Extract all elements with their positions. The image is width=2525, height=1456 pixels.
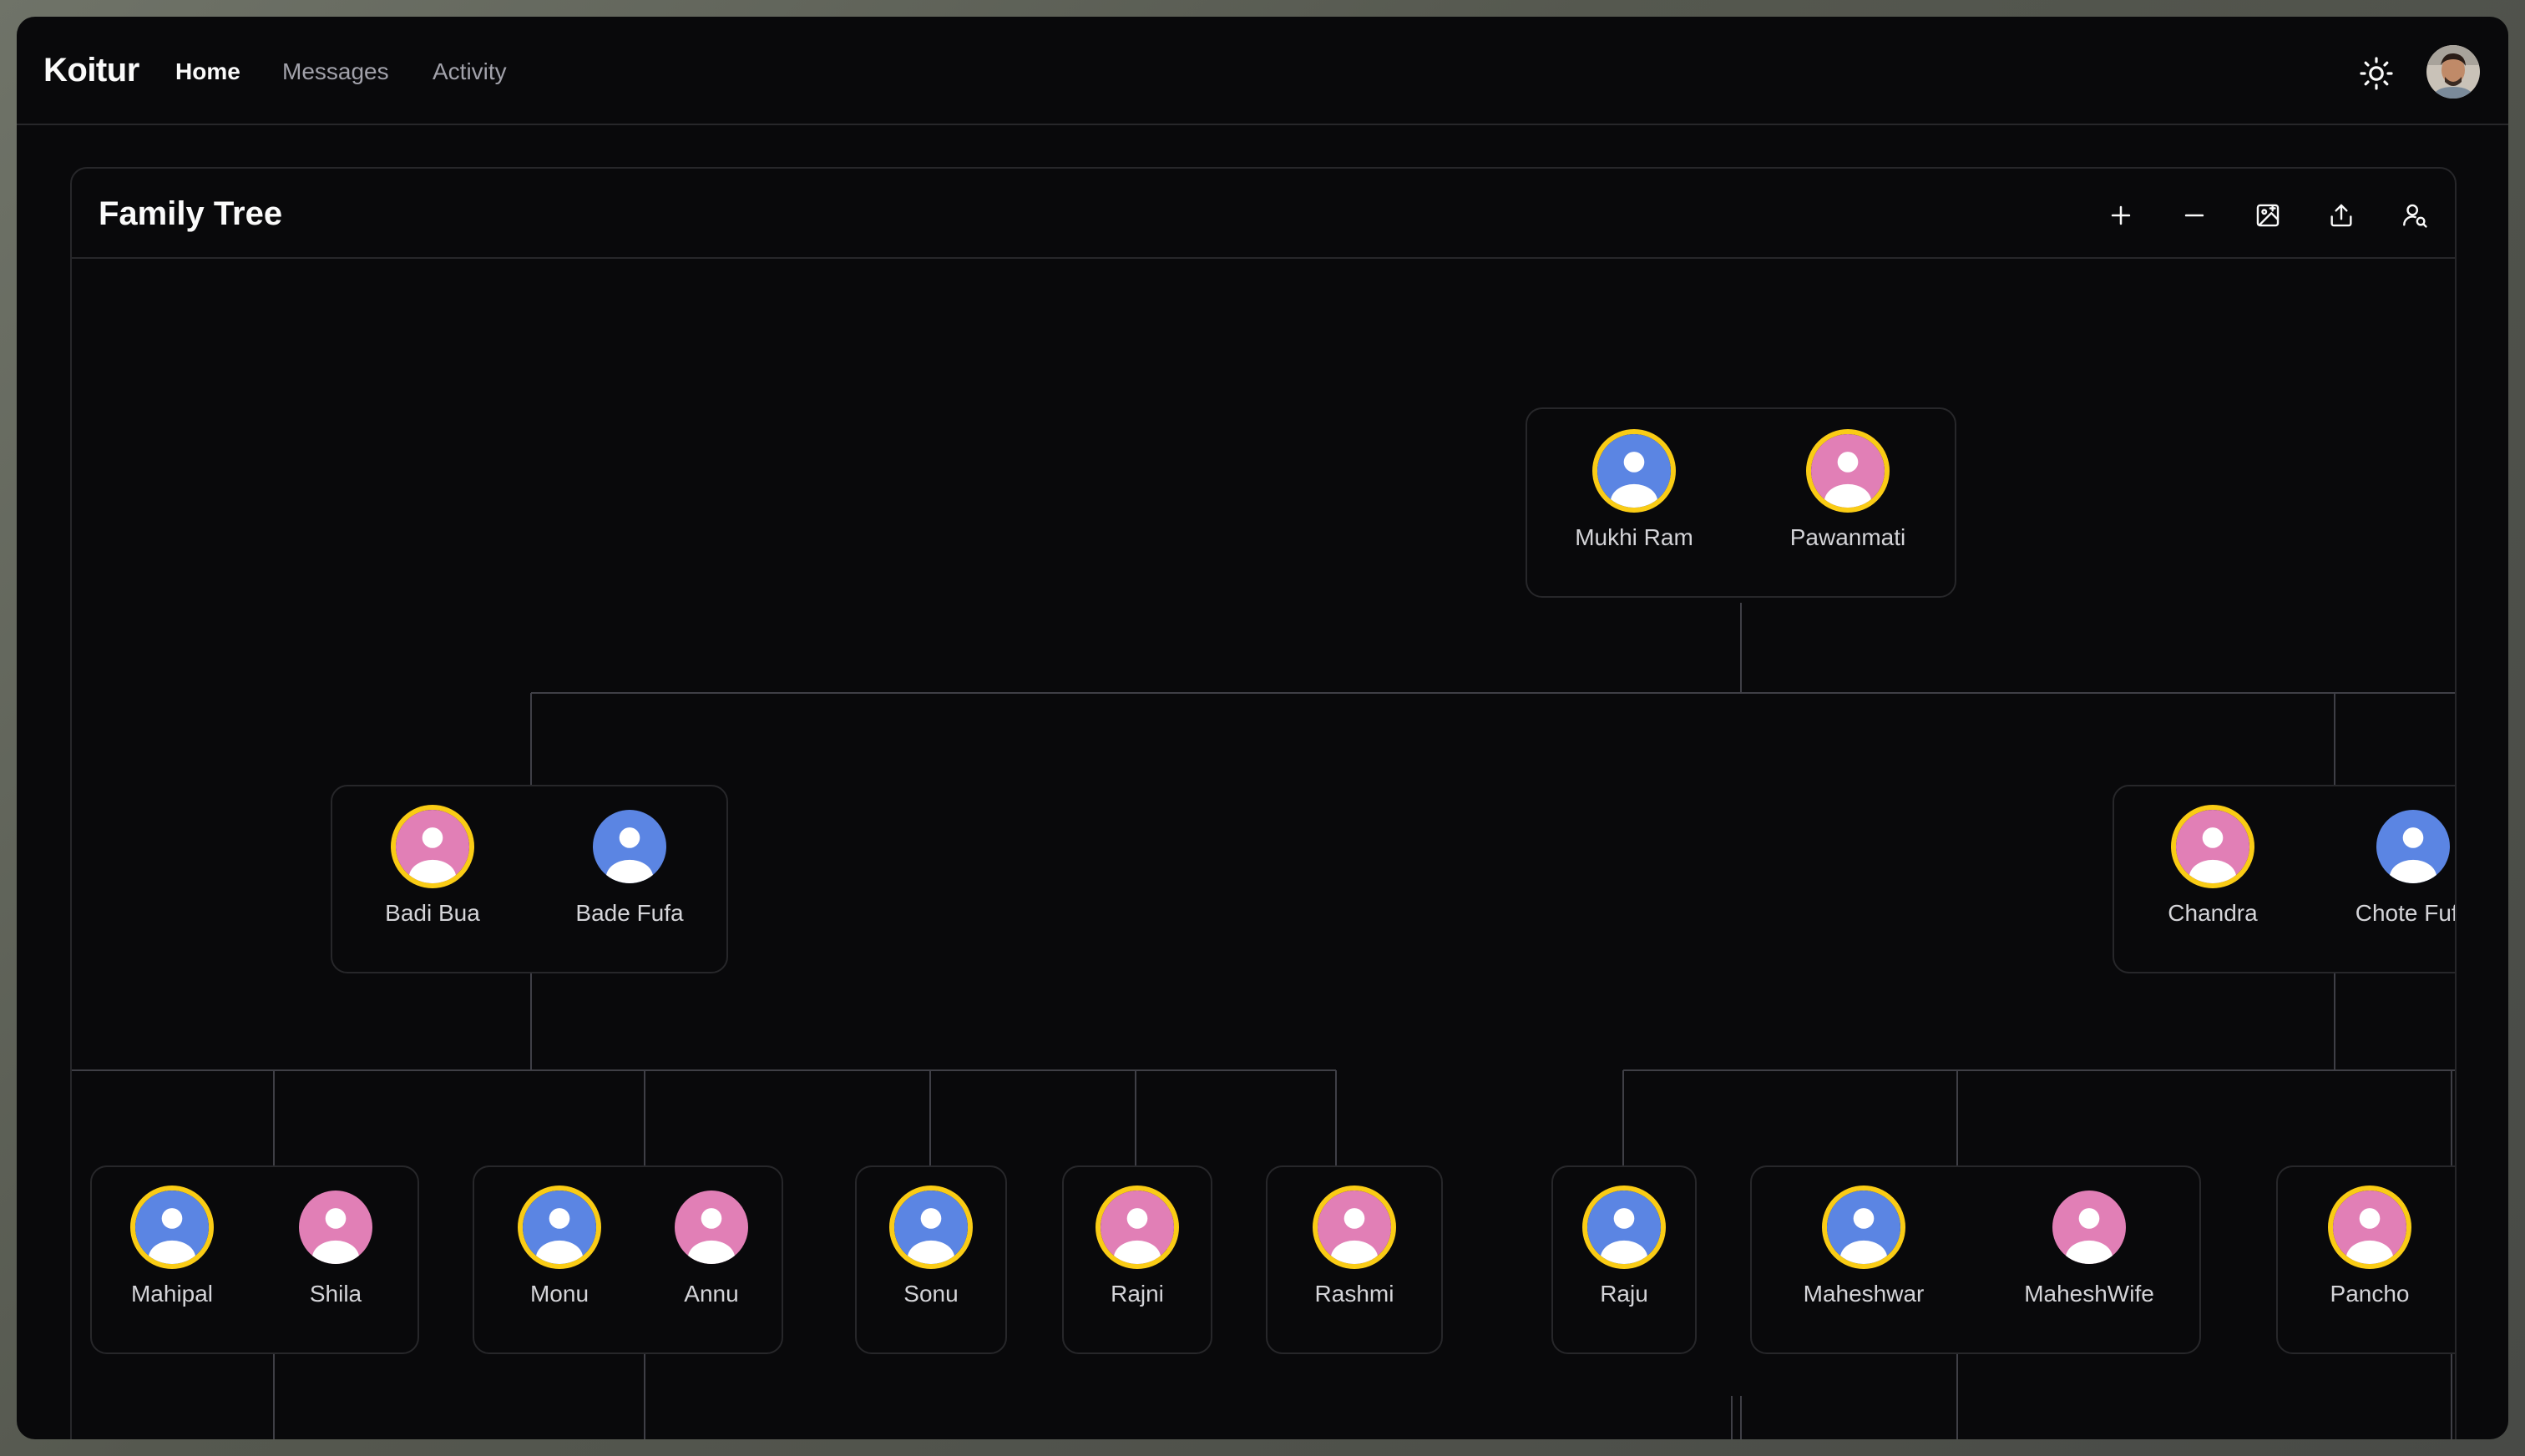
family-card[interactable]: Raju bbox=[1551, 1165, 1697, 1354]
male-avatar-icon bbox=[1592, 429, 1676, 513]
male-avatar-icon bbox=[518, 1186, 601, 1269]
person-name: Sonu bbox=[903, 1281, 959, 1307]
family-card[interactable]: Mahipal Shila bbox=[90, 1165, 419, 1354]
male-avatar-icon bbox=[2371, 805, 2455, 888]
nav-messages[interactable]: Messages bbox=[282, 58, 389, 85]
tree-canvas[interactable]: Mukhi Ram Pawanmati Badi Bua Bade Fufa C… bbox=[72, 259, 2455, 1439]
find-person-button[interactable] bbox=[2395, 195, 2435, 235]
female-avatar-icon bbox=[391, 805, 474, 888]
family-card[interactable]: Badi Bua Bade Fufa bbox=[331, 785, 728, 973]
person-pawanmati[interactable]: Pawanmati bbox=[1756, 412, 1940, 563]
female-avatar-icon bbox=[294, 1186, 377, 1269]
family-card[interactable]: Mukhi Ram Pawanmati bbox=[1526, 407, 1956, 598]
person-rajni[interactable]: Rajni bbox=[1045, 1169, 1229, 1319]
share-button[interactable] bbox=[2321, 195, 2361, 235]
person-name: Shila bbox=[309, 1281, 362, 1307]
export-image-button[interactable] bbox=[2248, 195, 2288, 235]
person-name: Bade Fufa bbox=[575, 900, 684, 926]
family-tree-panel: Family Tree Mukhi Ram Pawanmati Badi Bua… bbox=[70, 167, 2457, 1439]
person-annu[interactable]: Annu bbox=[620, 1169, 803, 1319]
person-name: Mahipal bbox=[130, 1281, 214, 1307]
family-card[interactable]: Maheshwar MaheshWife bbox=[1750, 1165, 2201, 1354]
female-avatar-icon bbox=[2047, 1186, 2131, 1269]
person-chandra[interactable]: Chandra bbox=[2121, 788, 2305, 938]
zoom-out-button[interactable] bbox=[2174, 195, 2214, 235]
nav-home[interactable]: Home bbox=[175, 58, 240, 85]
theme-toggle-button[interactable] bbox=[2356, 53, 2396, 94]
person-badi-bua[interactable]: Badi Bua bbox=[341, 788, 524, 938]
family-card[interactable]: Chandra Chote Fufa bbox=[2113, 785, 2455, 973]
family-card[interactable]: Rajni bbox=[1062, 1165, 1212, 1354]
person-name: MaheshWife bbox=[2024, 1281, 2154, 1307]
panel-title: Family Tree bbox=[99, 195, 283, 232]
brand-logo[interactable]: Koitur bbox=[43, 52, 139, 89]
plus-icon bbox=[2111, 205, 2131, 225]
male-avatar-icon bbox=[889, 1186, 973, 1269]
app-window: Koitur Home Messages Activity Family Tre… bbox=[17, 17, 2508, 1439]
family-card[interactable]: Sonu bbox=[855, 1165, 1007, 1354]
person-name: Rajni bbox=[1111, 1281, 1164, 1307]
person-name: Badi Bua bbox=[385, 900, 480, 926]
person-mukhi-ram[interactable]: Mukhi Ram bbox=[1542, 412, 1726, 563]
male-avatar-icon bbox=[1582, 1186, 1666, 1269]
female-avatar-icon bbox=[670, 1186, 753, 1269]
person-sonu[interactable]: Sonu bbox=[839, 1169, 1023, 1319]
share-icon bbox=[2330, 204, 2352, 227]
person-name: Rashmi bbox=[1314, 1281, 1394, 1307]
minus-icon bbox=[2184, 214, 2204, 217]
user-search-icon bbox=[2403, 204, 2427, 228]
person-mahipal[interactable]: Mahipal bbox=[80, 1169, 264, 1319]
top-navbar: Koitur Home Messages Activity bbox=[17, 17, 2508, 125]
person-pancho[interactable]: Pancho bbox=[2278, 1169, 2455, 1319]
person-maheshwife[interactable]: MaheshWife bbox=[1997, 1169, 2181, 1319]
person-name: Annu bbox=[684, 1281, 739, 1307]
person-chote-fufa[interactable]: Chote Fufa bbox=[2321, 788, 2455, 938]
user-avatar[interactable] bbox=[2426, 45, 2480, 99]
person-maheshwar[interactable]: Maheshwar bbox=[1772, 1169, 1956, 1319]
person-bade-fufa[interactable]: Bade Fufa bbox=[538, 788, 721, 938]
person-rashmi[interactable]: Rashmi bbox=[1262, 1169, 1446, 1319]
family-card[interactable]: Rashmi bbox=[1266, 1165, 1443, 1354]
family-card[interactable]: Monu Annu bbox=[473, 1165, 783, 1354]
female-avatar-icon bbox=[1806, 429, 1890, 513]
person-raju[interactable]: Raju bbox=[1532, 1169, 1716, 1319]
person-name: Chote Fufa bbox=[2355, 900, 2455, 926]
female-avatar-icon bbox=[1313, 1186, 1396, 1269]
person-name: Pawanmati bbox=[1789, 524, 1906, 550]
female-avatar-icon bbox=[2328, 1186, 2411, 1269]
male-avatar-icon bbox=[1822, 1186, 1905, 1269]
female-avatar-icon bbox=[2171, 805, 2254, 888]
image-export-icon bbox=[2256, 204, 2280, 227]
sun-icon bbox=[2360, 57, 2393, 90]
zoom-in-button[interactable] bbox=[2101, 195, 2141, 235]
panel-header: Family Tree bbox=[72, 169, 2455, 259]
family-card[interactable]: Pancho bbox=[2276, 1165, 2455, 1354]
nav-activity[interactable]: Activity bbox=[433, 58, 507, 85]
female-avatar-icon bbox=[1096, 1186, 1179, 1269]
person-name: Maheshwar bbox=[1803, 1281, 1925, 1307]
male-avatar-icon bbox=[130, 1186, 214, 1269]
male-avatar-icon bbox=[588, 805, 671, 888]
person-name: Mukhi Ram bbox=[1575, 524, 1693, 550]
person-name: Raju bbox=[1600, 1281, 1648, 1307]
person-name: Chandra bbox=[2168, 900, 2258, 926]
person-name: Pancho bbox=[2330, 1281, 2410, 1307]
person-shila[interactable]: Shila bbox=[244, 1169, 428, 1319]
